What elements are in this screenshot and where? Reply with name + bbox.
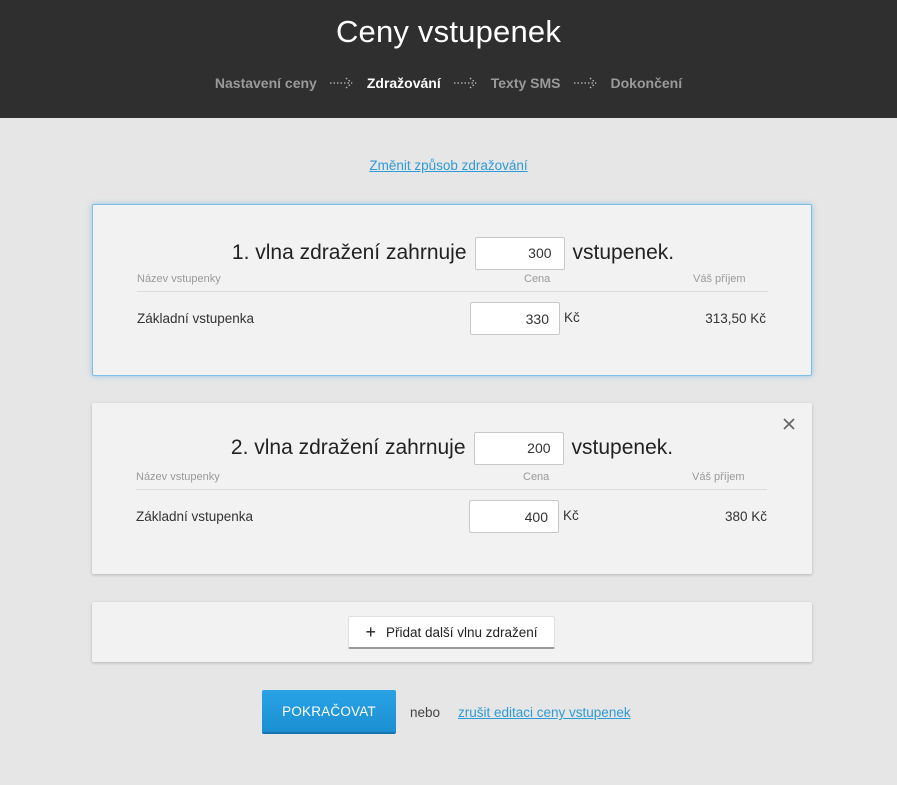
wave-header: 2. vlna zdražení zahrnuje vstupenek. bbox=[92, 431, 812, 465]
add-wave-card: + Přidat další vlnu zdražení bbox=[92, 602, 812, 662]
price-input[interactable] bbox=[469, 500, 559, 533]
price-input[interactable] bbox=[470, 302, 560, 335]
wizard-steps: Nastavení ceny Zdražování Texty SMS Doko… bbox=[0, 72, 897, 94]
step-price-increase[interactable]: Zdražování bbox=[367, 75, 441, 91]
header-bar: Ceny vstupenek Nastavení ceny Zdražování… bbox=[0, 0, 897, 118]
cancel-edit-link[interactable]: zrušit editaci ceny vstupenek bbox=[458, 705, 631, 720]
step-sms-texts[interactable]: Texty SMS bbox=[491, 75, 561, 91]
wave-card-1: 1. vlna zdražení zahrnuje vstupenek. Náz… bbox=[92, 204, 812, 376]
ticket-count-input[interactable] bbox=[473, 431, 564, 465]
divider bbox=[136, 489, 767, 490]
change-method-row: Změnit způsob zdražování bbox=[0, 157, 897, 175]
divider bbox=[137, 291, 768, 292]
column-header-price: Cena bbox=[523, 471, 550, 483]
wave-suffix: vstupenek. bbox=[572, 241, 675, 264]
page-title: Ceny vstupenek bbox=[335, 14, 562, 49]
wave-suffix: vstupenek. bbox=[571, 436, 674, 459]
change-method-link[interactable]: Změnit způsob zdražování bbox=[369, 158, 527, 173]
or-text: nebo bbox=[410, 705, 441, 720]
wave-header: 1. vlna zdražení zahrnuje vstupenek. bbox=[93, 236, 813, 270]
column-header-name: Název vstupenky bbox=[136, 471, 220, 483]
dotted-arrow-icon bbox=[573, 77, 596, 89]
dotted-arrow-icon bbox=[453, 77, 477, 89]
ticket-name: Základní vstupenka bbox=[137, 311, 255, 326]
column-header-name: Název vstupenky bbox=[137, 273, 221, 285]
step-price-settings[interactable]: Nastavení ceny bbox=[215, 75, 317, 91]
step-finish[interactable]: Dokončení bbox=[611, 75, 683, 91]
close-icon[interactable] bbox=[782, 417, 796, 431]
add-wave-label: Přidat další vlnu zdražení bbox=[385, 624, 538, 640]
dotted-arrow-icon bbox=[329, 77, 353, 89]
currency-label: Kč bbox=[563, 508, 579, 523]
wave-prefix: 1. vlna zdražení zahrnuje bbox=[231, 241, 467, 264]
continue-button[interactable]: POKRAČOVAT bbox=[262, 690, 396, 734]
wave-card-2: 2. vlna zdražení zahrnuje vstupenek. Náz… bbox=[92, 403, 812, 574]
plus-icon: + bbox=[365, 622, 376, 642]
column-header-price: Cena bbox=[524, 273, 551, 285]
currency-label: Kč bbox=[564, 310, 580, 325]
income-value: 380 Kč bbox=[724, 509, 767, 524]
add-wave-button[interactable]: + Přidat další vlnu zdražení bbox=[348, 616, 555, 649]
ticket-count-input[interactable] bbox=[474, 236, 565, 270]
column-header-income: Váš příjem bbox=[692, 471, 745, 483]
income-value: 313,50 Kč bbox=[705, 311, 766, 326]
wave-prefix: 2. vlna zdražení zahrnuje bbox=[230, 436, 466, 459]
ticket-name: Základní vstupenka bbox=[136, 509, 254, 524]
column-header-income: Váš příjem bbox=[693, 273, 746, 285]
